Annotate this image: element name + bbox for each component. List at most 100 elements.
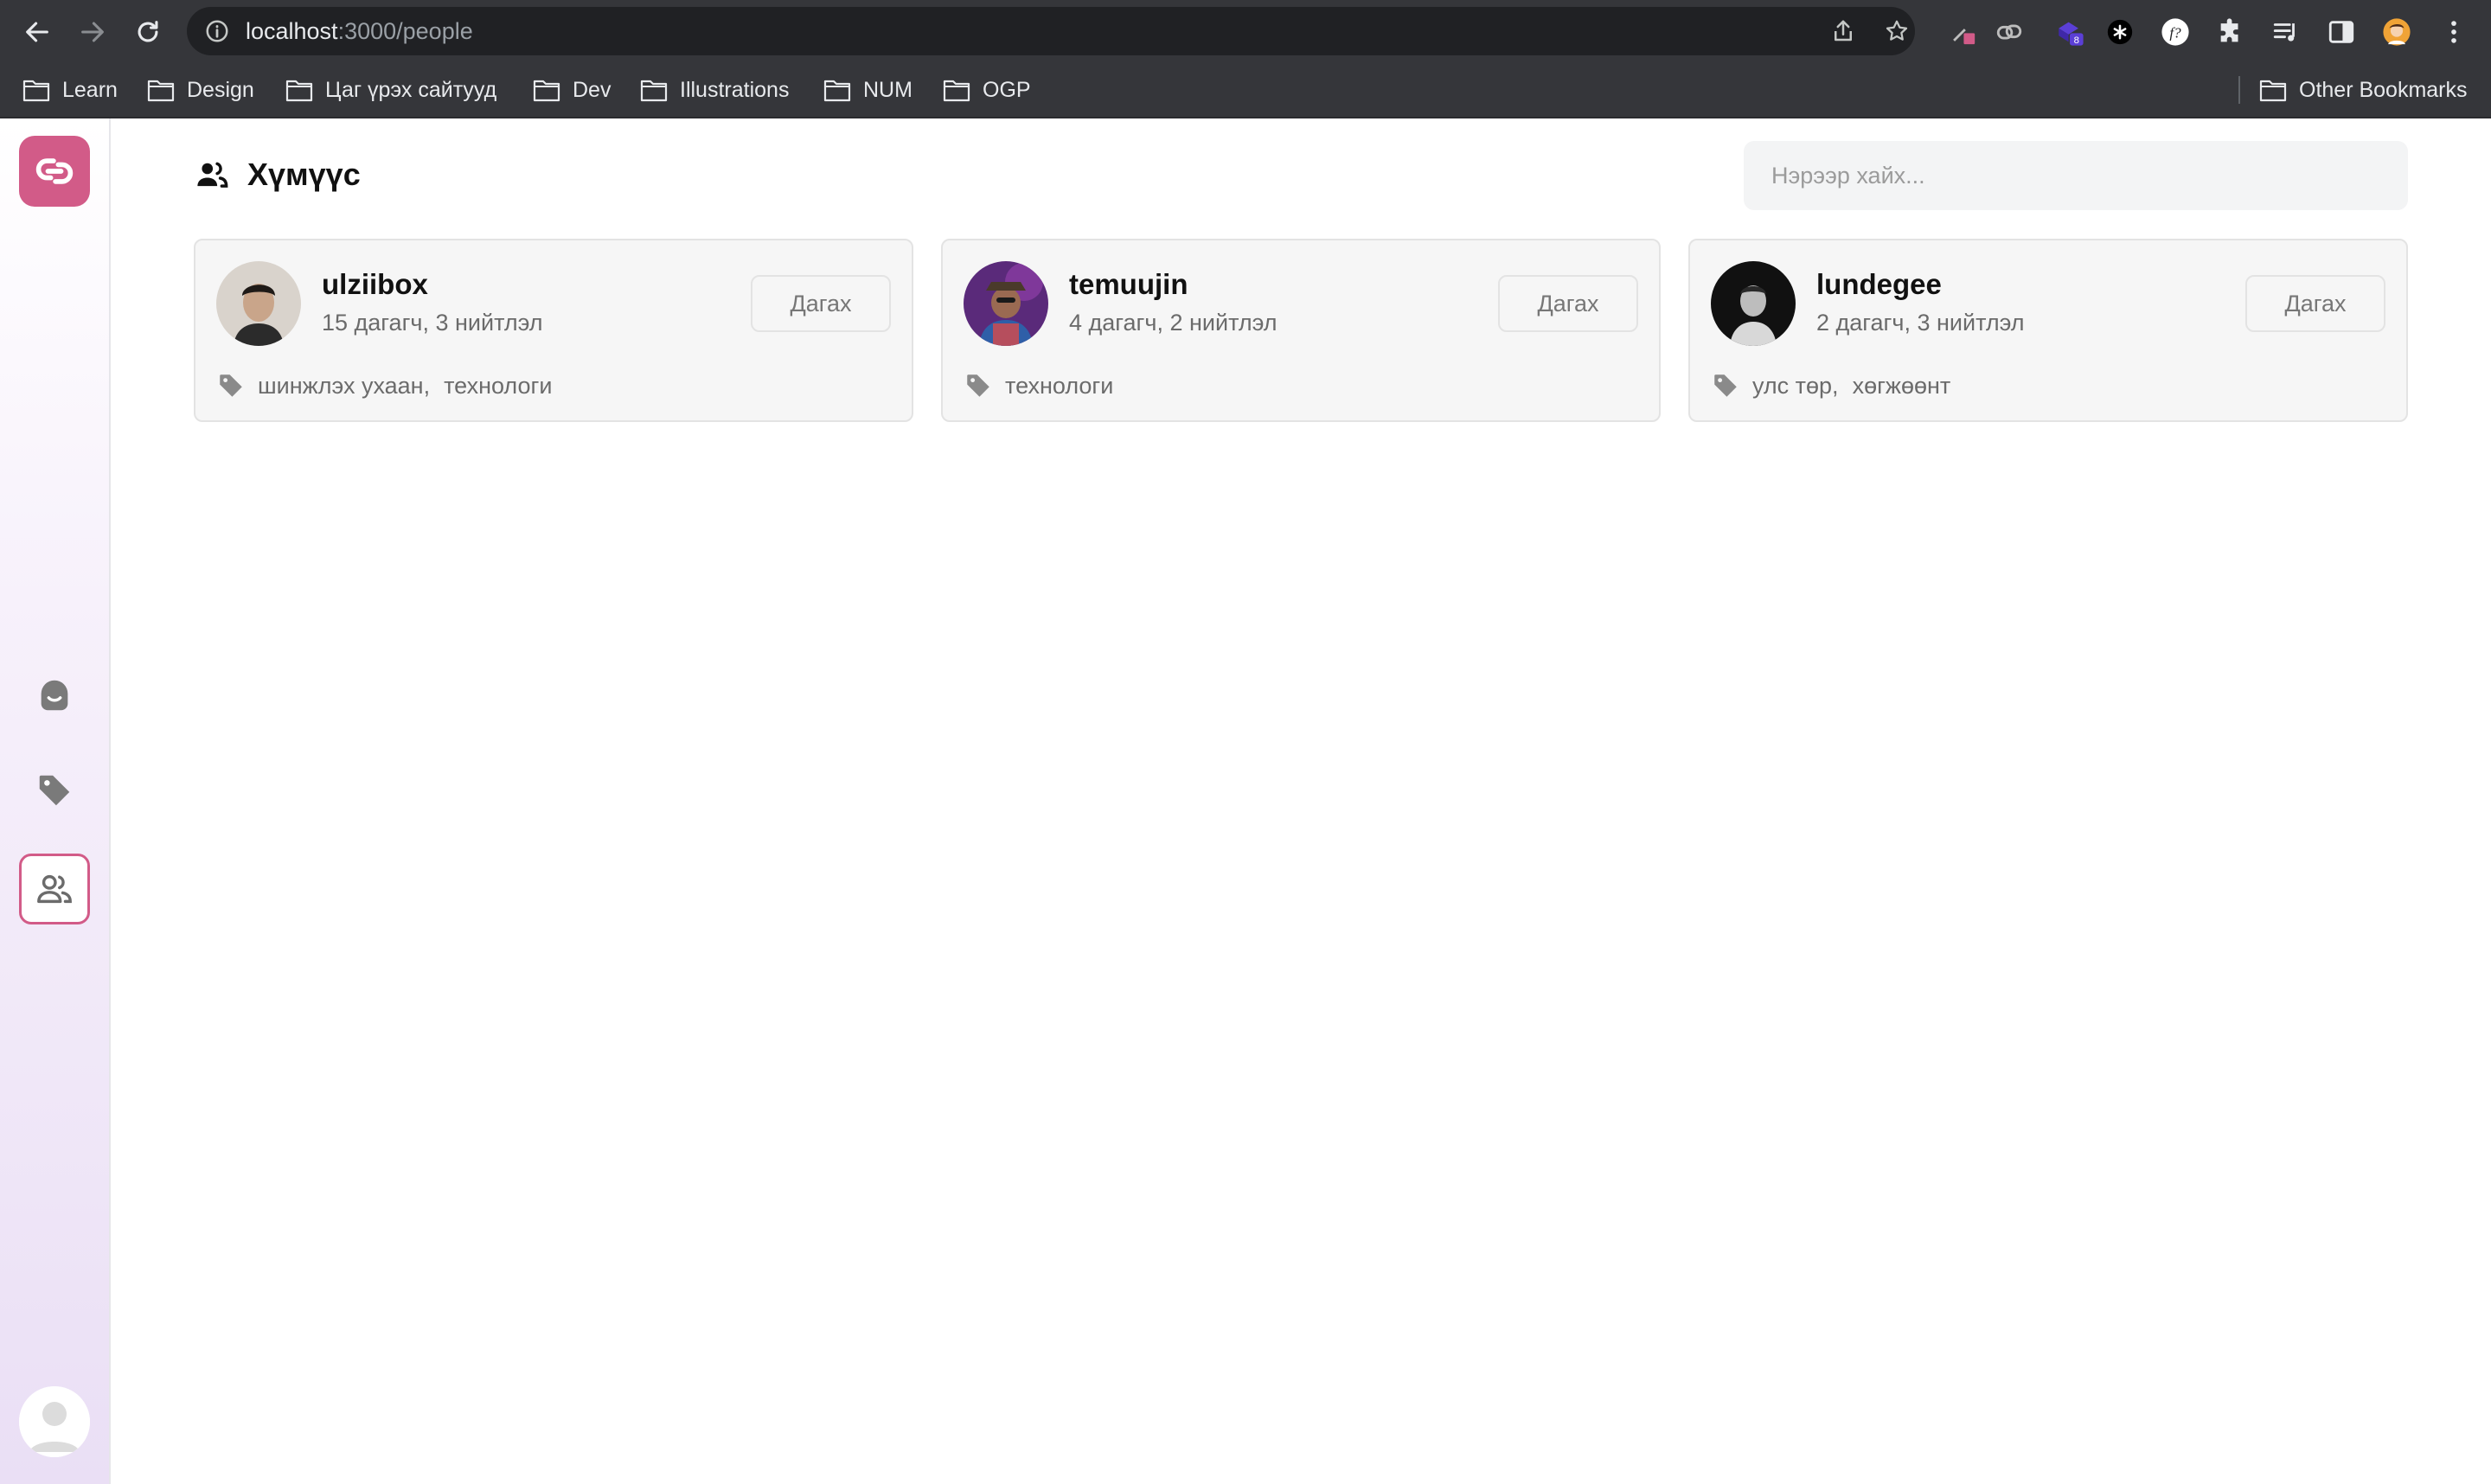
- forward-button[interactable]: [74, 14, 111, 50]
- bookmark-folder[interactable]: OGP: [943, 67, 1031, 112]
- browser-menu-button[interactable]: [2436, 14, 2472, 50]
- bookmark-label: Learn: [62, 77, 118, 102]
- follow-button[interactable]: Дагах: [2245, 275, 2385, 332]
- reload-icon: [138, 21, 158, 42]
- url-text[interactable]: localhost:3000/people: [246, 7, 473, 55]
- bookmark-folder[interactable]: Dev: [533, 67, 611, 112]
- tag-row: технологи: [964, 370, 1113, 401]
- side-panel-icon: [2328, 21, 2354, 43]
- share-icon[interactable]: [1830, 18, 1856, 44]
- folder-icon: [640, 80, 668, 102]
- avatar[interactable]: [964, 261, 1048, 346]
- extension-font-ninja[interactable]: f?: [2157, 14, 2193, 50]
- follow-button[interactable]: Дагах: [1498, 275, 1638, 332]
- bookmark-label: Design: [187, 77, 254, 102]
- tag-label[interactable]: улс төр,: [1752, 373, 1839, 400]
- username[interactable]: lundegee: [1816, 268, 1942, 301]
- bookmark-folder[interactable]: Illustrations: [640, 67, 789, 112]
- cube-icon: 8: [2059, 22, 2084, 46]
- page-title: Хүмүүс: [247, 157, 361, 192]
- bookmark-label: OGP: [983, 77, 1031, 102]
- bookmark-label: Цаг үрэх сайтууд: [325, 77, 497, 102]
- link-icon: [1996, 24, 2022, 40]
- follow-button[interactable]: Дагах: [751, 275, 891, 332]
- folder-icon: [823, 80, 851, 102]
- tag-label[interactable]: технологи: [444, 373, 552, 400]
- person-card: lundegee 2 дагагч, 3 нийтлэл Дагах улс т…: [1688, 239, 2408, 422]
- sidebar-item-people[interactable]: [19, 854, 90, 924]
- media-button[interactable]: [2268, 14, 2304, 50]
- folder-icon: [22, 80, 50, 102]
- bookmark-label: NUM: [863, 77, 913, 102]
- tag-label[interactable]: технологи: [1005, 373, 1113, 400]
- folder-icon: [533, 80, 560, 102]
- asterisk-icon: [2107, 19, 2133, 45]
- tag-row: шинжлэх ухаан, технологи: [216, 370, 552, 401]
- bookmark-folder[interactable]: NUM: [823, 67, 913, 112]
- address-bar[interactable]: localhost:3000/people: [187, 7, 1915, 55]
- side-panel-button[interactable]: [2323, 14, 2360, 50]
- profile-avatar-icon: [2383, 18, 2411, 46]
- person-photo: [1711, 261, 1796, 346]
- tag-icon: [39, 775, 70, 806]
- more-vertical-icon: [2451, 21, 2456, 43]
- bookmark-folder[interactable]: Design: [147, 67, 254, 112]
- browser-chrome: localhost:3000/people 8 f? Learn Design …: [0, 0, 2491, 118]
- bookmarks-divider: [2238, 76, 2240, 104]
- smile-icon: [41, 680, 68, 711]
- username[interactable]: temuujin: [1069, 268, 1188, 301]
- bookmark-folder[interactable]: Learn: [22, 67, 118, 112]
- search-input[interactable]: [1744, 141, 2408, 210]
- sidebar-item-tags[interactable]: [19, 755, 90, 826]
- arrow-left-icon: [26, 22, 48, 42]
- tag-icon: [967, 374, 989, 397]
- browser-profile-button[interactable]: [2379, 14, 2415, 50]
- site-info-icon[interactable]: [204, 18, 230, 44]
- playlist-icon: [2273, 23, 2295, 42]
- tag-row: улс төр, хөгжөөнт: [1711, 370, 1950, 401]
- link-logo-icon: [35, 158, 74, 184]
- star-icon[interactable]: [1884, 18, 1910, 44]
- tag-icon: [220, 374, 242, 397]
- user-stats: 4 дагагч, 2 нийтлэл: [1069, 310, 1278, 336]
- user-avatar[interactable]: [19, 1386, 90, 1457]
- user-stats: 2 дагагч, 3 нийтлэл: [1816, 310, 2025, 336]
- reload-button[interactable]: [130, 14, 166, 50]
- sidebar-item-home[interactable]: [19, 660, 90, 731]
- extensions-button[interactable]: [2212, 14, 2249, 50]
- user-stats: 15 дагагч, 3 нийтлэл: [322, 310, 543, 336]
- other-bookmarks-label: Other Bookmarks: [2299, 77, 2468, 102]
- default-avatar-icon: [19, 1386, 90, 1457]
- svg-text:8: 8: [2074, 35, 2079, 46]
- username[interactable]: ulziibox: [322, 268, 428, 301]
- page-header: Хүмүүс: [194, 149, 361, 201]
- extension-link[interactable]: [1991, 14, 2027, 50]
- other-bookmarks-folder[interactable]: Other Bookmarks: [2259, 67, 2468, 112]
- avatar[interactable]: [1711, 261, 1796, 346]
- tag-label[interactable]: хөгжөөнт: [1853, 373, 1951, 400]
- extension-color-picker[interactable]: [1944, 14, 1981, 50]
- tag-label[interactable]: шинжлэх ухаан,: [258, 373, 430, 400]
- bookmark-label: Illustrations: [680, 77, 790, 102]
- bookmark-folder[interactable]: Цаг үрэх сайтууд: [285, 67, 496, 112]
- person-card: temuujin 4 дагагч, 2 нийтлэл Дагах техно…: [941, 239, 1661, 422]
- avatar[interactable]: [216, 261, 301, 346]
- person-photo: [216, 261, 301, 346]
- users-icon: [197, 162, 228, 188]
- eyedropper-icon: [1953, 29, 1976, 45]
- folder-icon: [2259, 80, 2287, 102]
- bookmarks-bar: Learn Design Цаг үрэх сайтууд Dev Illust…: [0, 67, 2491, 112]
- app-logo[interactable]: [19, 136, 90, 207]
- folder-icon: [943, 80, 970, 102]
- arrow-right-icon: [81, 22, 104, 42]
- folder-icon: [285, 80, 313, 102]
- back-button[interactable]: [19, 14, 55, 50]
- svg-text:f?: f?: [2169, 24, 2181, 41]
- person-photo: [964, 261, 1048, 346]
- users-icon: [37, 874, 72, 904]
- puzzle-icon: [2220, 18, 2238, 42]
- bookmark-label: Dev: [573, 77, 612, 102]
- extension-badge[interactable]: 8: [2052, 14, 2088, 50]
- extension-asterisk[interactable]: [2102, 14, 2138, 50]
- tag-icon: [1714, 374, 1737, 397]
